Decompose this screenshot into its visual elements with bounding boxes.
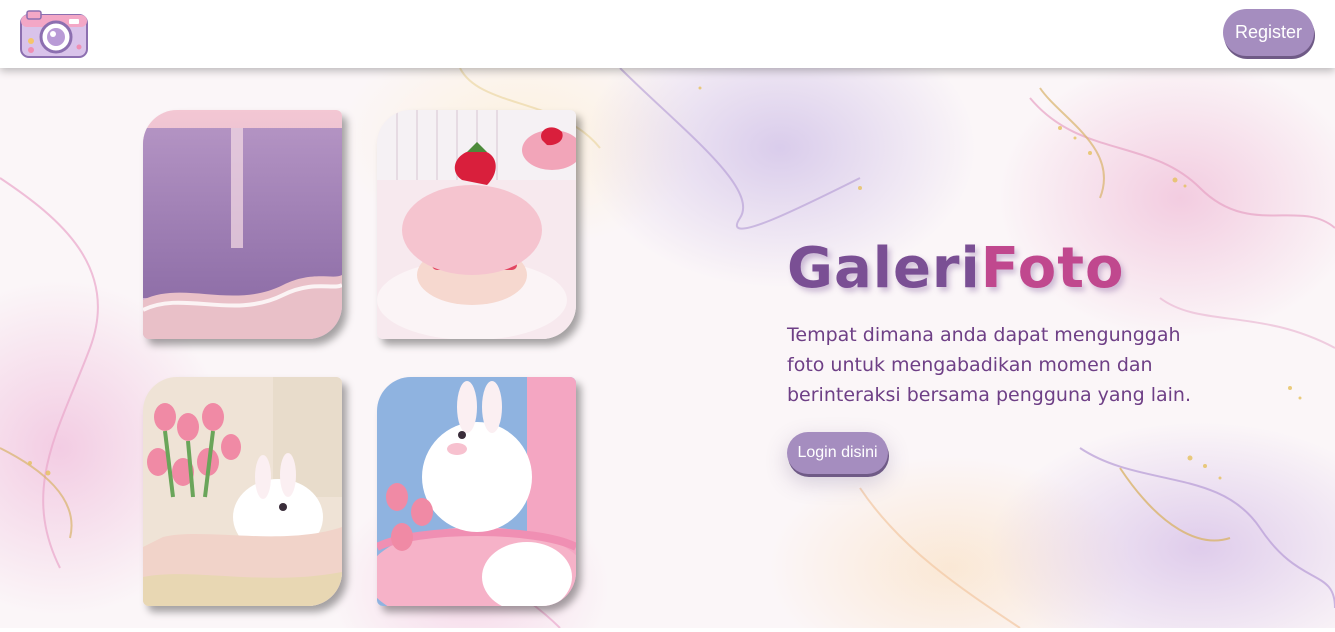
gallery-photo-beach[interactable] [143,110,342,339]
bunny-tulips-image [143,377,342,606]
gallery-photo-bunny-basket[interactable] [377,377,576,606]
hero-section: GaleriFoto Tempat dimana anda dapat meng… [0,68,1335,628]
navbar: Register [0,0,1335,68]
title-part-foto: Foto [980,236,1125,301]
bunny-basket-image [377,377,576,606]
login-button[interactable]: Login disini [787,432,888,474]
camera-icon[interactable] [19,9,89,59]
strawberry-cake-image [377,110,576,339]
footer-strip [0,628,1335,632]
page-title: GaleriFoto [787,236,1124,301]
hero-description: Tempat dimana anda dapat mengunggah foto… [787,324,1191,406]
title-part-galeri: Galeri [787,236,981,301]
gallery-photo-bunny-tulips[interactable] [143,377,342,606]
register-button[interactable]: Register [1223,9,1314,56]
gallery-photo-cake[interactable] [377,110,576,339]
sunset-beach-image [143,110,342,339]
